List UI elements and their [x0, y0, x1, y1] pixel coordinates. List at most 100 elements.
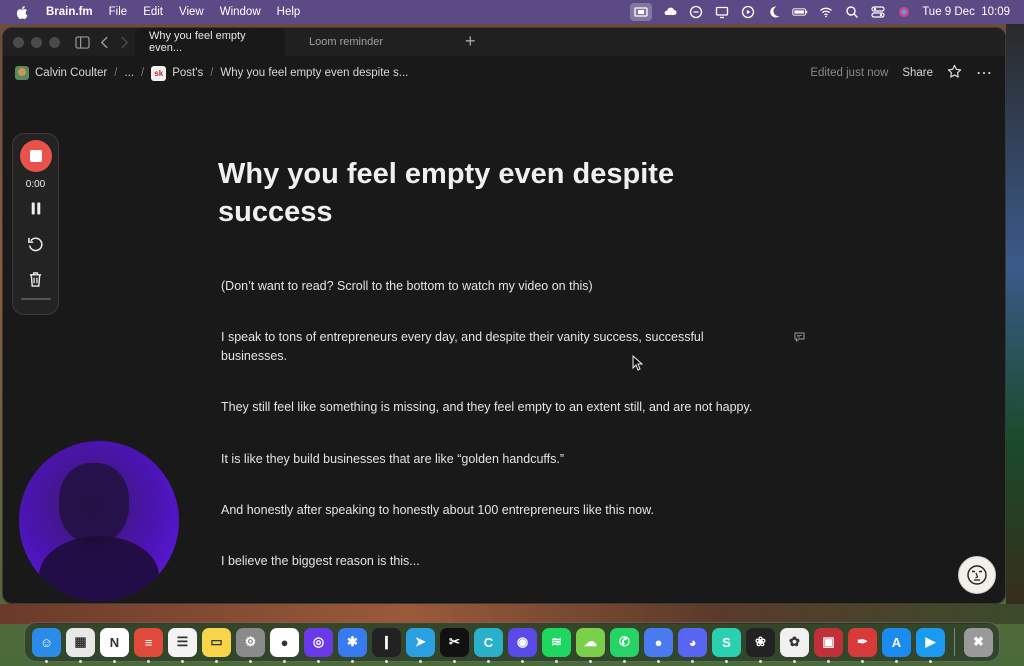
dock-whatsapp-icon[interactable]: ✆ [610, 627, 639, 663]
breadcrumb-ellipsis[interactable]: ... [124, 67, 134, 79]
dock-screen-studio-icon[interactable]: ▶ [916, 627, 945, 663]
webcam-bubble[interactable] [19, 441, 179, 601]
dock-chrome-icon[interactable]: ● [270, 627, 299, 663]
dock-canva-icon[interactable]: C [474, 627, 503, 663]
dock-running-indicator [895, 659, 898, 663]
dock-spotify-icon[interactable]: ≋ [542, 627, 571, 663]
dock-system-settings-icon[interactable]: ⚙ [236, 627, 265, 663]
dock-launchpad-icon[interactable]: ▦ [66, 627, 95, 663]
dock-arc-icon[interactable]: ◎ [304, 627, 333, 663]
delete-recording-button[interactable] [27, 270, 45, 288]
stop-recording-button[interactable] [19, 140, 52, 172]
dock-voice-memos-icon[interactable]: ❙ [372, 627, 401, 663]
minimize-window-button[interactable] [31, 36, 42, 48]
dock-loom-icon[interactable]: ◉ [508, 627, 537, 663]
menubar-clock[interactable]: Tue 9 Dec 10:09 [922, 6, 1010, 18]
paragraph[interactable]: I speak to tons of entrepreneurs every d… [221, 328, 741, 366]
menu-window[interactable]: Window [220, 6, 261, 18]
dock-app-store-icon[interactable]: A [882, 627, 911, 663]
dock-running-indicator [759, 659, 762, 663]
menu-edit[interactable]: Edit [143, 6, 163, 18]
dock-running-indicator [385, 659, 388, 663]
moon-icon[interactable] [766, 5, 782, 19]
recording-timer: 0:00 [25, 179, 46, 190]
play-circle-icon[interactable] [740, 5, 756, 19]
dock-running-indicator [623, 659, 626, 663]
edited-status: Edited just now [810, 67, 889, 79]
dock-discord-icon[interactable]: ◕ [678, 627, 707, 663]
dock-finder-icon[interactable]: ☺ [32, 627, 61, 663]
restart-icon [28, 237, 43, 251]
dock-running-indicator [589, 659, 592, 663]
dock-running-indicator [249, 659, 252, 663]
dock-telegram-icon[interactable]: ➤ [406, 627, 435, 663]
dock-notion-icon[interactable]: N [100, 627, 129, 663]
dock-messages-icon[interactable]: ☁ [576, 627, 605, 663]
breadcrumb-separator: / [141, 67, 145, 79]
help-assistant-button[interactable] [958, 556, 996, 594]
dock-screens-icon[interactable]: ▣ [814, 627, 843, 663]
breadcrumb-parent[interactable]: Post's [172, 67, 203, 79]
apple-icon[interactable] [16, 5, 28, 19]
dock-chatgpt-icon[interactable]: ❀ [746, 627, 775, 663]
menu-file[interactable]: File [109, 6, 128, 18]
tab-label: Loom reminder [309, 36, 383, 48]
desktop-wallpaper-right [1006, 24, 1024, 624]
dock-quill-icon[interactable]: ✒ [848, 627, 877, 663]
dock-running-indicator [147, 659, 150, 663]
menu-help[interactable]: Help [277, 6, 301, 18]
control-center-icon[interactable] [870, 5, 886, 19]
cloud-icon[interactable] [662, 5, 678, 19]
forward-arrow-icon[interactable] [116, 34, 132, 50]
menu-view[interactable]: View [179, 6, 204, 18]
spotlight-search-icon[interactable] [844, 5, 860, 19]
back-arrow-icon[interactable] [96, 34, 112, 50]
recorder-drag-handle[interactable] [20, 298, 51, 300]
new-tab-plus-icon[interactable]: + [465, 32, 476, 50]
close-window-button[interactable] [13, 36, 24, 48]
tab-loom-reminder[interactable]: Loom reminder [295, 28, 445, 56]
assistant-face-icon [967, 565, 987, 585]
dock-running-indicator [215, 659, 218, 663]
dock-messenger-icon[interactable]: ● [644, 627, 673, 663]
paragraph[interactable]: I believe the biggest reason is this... [221, 552, 781, 571]
page-header-bar: Calvin Coulter / ... / sk Post's / Why y… [3, 56, 1005, 90]
paragraph[interactable]: It is like they build businesses that ar… [221, 450, 781, 469]
dock-capcut-icon[interactable]: ✂ [440, 627, 469, 663]
dock-trash-icon[interactable]: ✖ [964, 627, 993, 657]
menu-app-name[interactable]: Brain.fm [46, 6, 93, 18]
page-title[interactable]: Why you feel empty even despite success [218, 155, 738, 231]
display-icon[interactable] [714, 5, 730, 19]
dock-spike-icon[interactable]: ✱ [338, 627, 367, 663]
breadcrumb-workspace[interactable]: Calvin Coulter [35, 67, 107, 79]
dock-running-indicator [521, 659, 524, 663]
focus-circle-icon[interactable] [688, 5, 704, 19]
dock-surfshark-icon[interactable]: S [712, 627, 741, 663]
paragraph[interactable]: They still feel like something is missin… [221, 398, 801, 417]
tab-active-document[interactable]: Why you feel empty even... [135, 28, 285, 56]
dock-todoist-icon[interactable]: ≡ [134, 627, 163, 663]
dock-running-indicator [113, 659, 116, 663]
more-options-button[interactable]: ⋯ [976, 63, 993, 83]
breadcrumb-separator: / [114, 67, 118, 79]
battery-icon[interactable] [792, 5, 808, 19]
paragraph[interactable]: (Don’t want to read? Scroll to the botto… [221, 277, 781, 296]
pause-button[interactable] [27, 199, 45, 217]
dock-notes-icon[interactable]: ▭ [202, 627, 231, 663]
sidebar-toggle-icon[interactable] [74, 34, 90, 50]
wifi-icon[interactable] [818, 5, 834, 19]
paragraph[interactable]: And honestly after speaking to honestly … [221, 501, 781, 520]
dock-running-indicator [861, 659, 864, 663]
screen-recording-icon[interactable] [630, 3, 653, 21]
zoom-window-button[interactable] [49, 36, 60, 48]
dock-running-indicator [453, 659, 456, 663]
dock-reminders-icon[interactable]: ☰ [168, 627, 197, 663]
dock-running-indicator [45, 659, 48, 663]
favorite-star-icon[interactable] [947, 64, 962, 82]
siri-icon[interactable] [896, 5, 912, 19]
comment-icon[interactable] [794, 332, 805, 342]
share-button[interactable]: Share [902, 67, 933, 79]
breadcrumb-current[interactable]: Why you feel empty even despite s... [220, 67, 408, 79]
restart-button[interactable] [27, 235, 45, 253]
dock-photos-icon[interactable]: ✿ [780, 627, 809, 663]
